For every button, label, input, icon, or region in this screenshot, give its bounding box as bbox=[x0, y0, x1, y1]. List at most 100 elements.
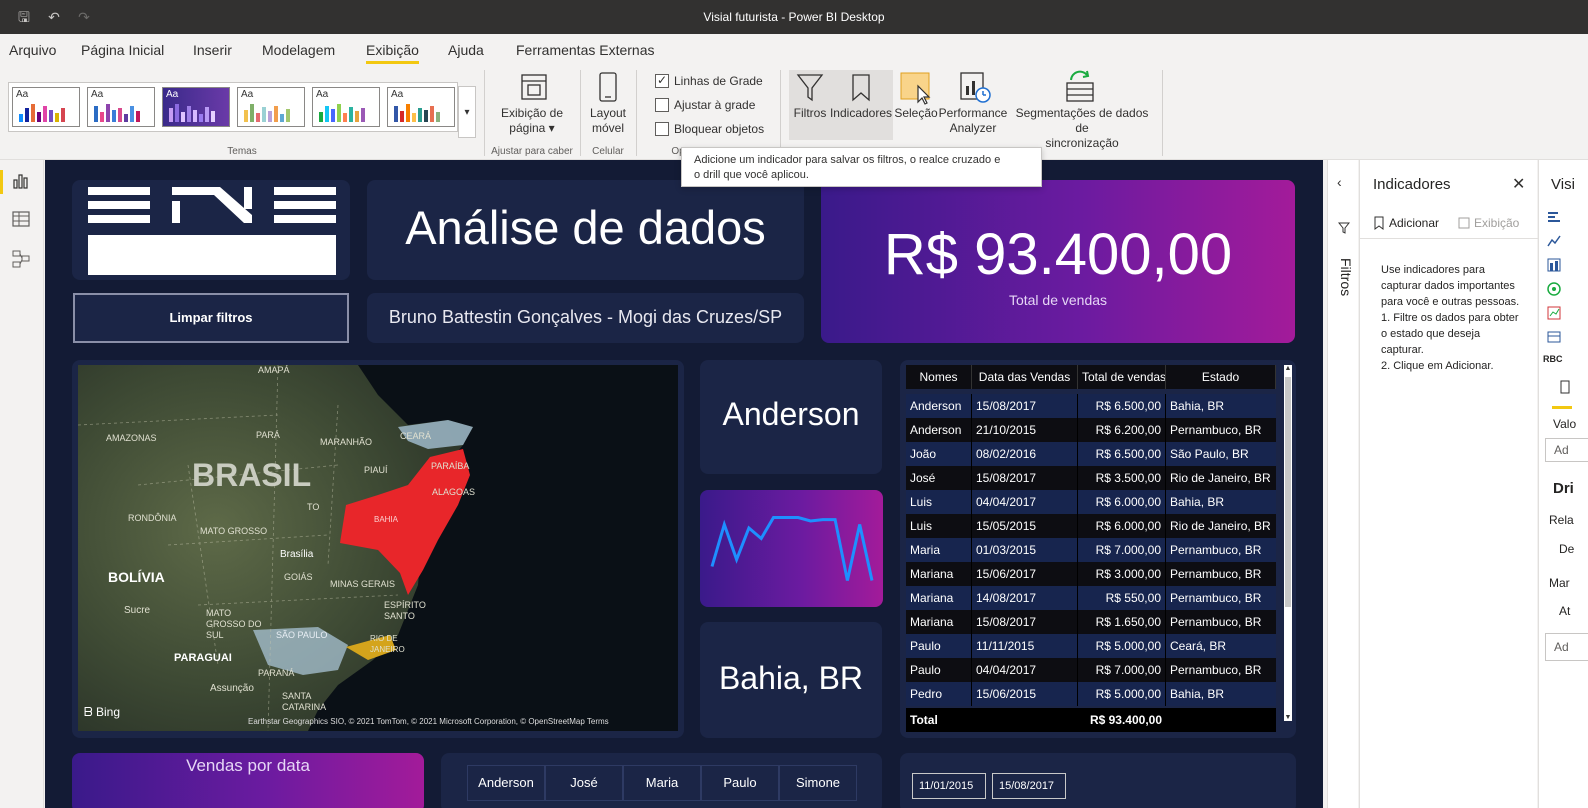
sync-slicers-button[interactable]: Segmentações de dados de sincronização bbox=[1008, 106, 1156, 151]
mobile-layout-button[interactable]: Layout móvel bbox=[584, 106, 632, 136]
table-row[interactable]: Anderson 15/08/2017 R$ 6.500,00 Bahia, BR bbox=[906, 394, 1276, 418]
bookmark-icon[interactable] bbox=[848, 72, 874, 104]
map-label: PIAUÍ bbox=[364, 465, 388, 475]
header-data[interactable]: Data das Vendas bbox=[972, 365, 1078, 389]
visualizations-pane: Visi RBC Valo Ad Dri Rela De Mar At Ad bbox=[1538, 160, 1588, 808]
add-drillthrough-field[interactable]: Ad bbox=[1545, 633, 1588, 661]
page-view-button[interactable]: Exibição de página ▾ bbox=[494, 106, 570, 136]
table-row[interactable]: Mariana 14/08/2017 R$ 550,00 Pernambuco, BR bbox=[906, 586, 1276, 610]
menu-ferramentas-externas[interactable]: Ferramentas Externas bbox=[516, 42, 655, 58]
scroll-down-icon[interactable]: ▼ bbox=[1284, 714, 1292, 721]
theme-6[interactable]: Aa bbox=[387, 87, 455, 127]
table-cell: Pernambuco, BR bbox=[1170, 543, 1262, 557]
table-row[interactable]: Paulo 11/11/2015 R$ 5.000,00 Ceará, BR bbox=[906, 634, 1276, 658]
clear-filters-button[interactable]: Limpar filtros bbox=[73, 293, 349, 343]
header-estado[interactable]: Estado bbox=[1166, 365, 1276, 389]
header-nomes[interactable]: Nomes bbox=[906, 365, 972, 389]
slicer-item[interactable]: Simone bbox=[779, 765, 857, 801]
table-cell: 04/04/2017 bbox=[972, 490, 1078, 514]
theme-3[interactable]: Aa bbox=[162, 87, 230, 127]
date-from-input[interactable]: 11/01/2015 bbox=[912, 773, 986, 799]
table-cell: 21/10/2015 bbox=[972, 418, 1078, 442]
filters-pane-button[interactable]: Filtros bbox=[789, 106, 831, 121]
performance-analyzer-icon[interactable] bbox=[958, 72, 992, 104]
model-view-icon[interactable] bbox=[12, 250, 30, 268]
menu-ajuda[interactable]: Ajuda bbox=[448, 42, 484, 58]
slicer-item[interactable]: José bbox=[545, 765, 623, 801]
table-cell: Pernambuco, BR bbox=[1170, 567, 1262, 581]
line-chart-icon[interactable] bbox=[1547, 234, 1561, 248]
format-icon[interactable] bbox=[1559, 380, 1571, 394]
table-cell: R$ 6.500,00 bbox=[1078, 394, 1166, 418]
expand-chevron-icon[interactable]: ‹ bbox=[1337, 174, 1342, 190]
table-row[interactable]: José 15/08/2017 R$ 3.500,00 Rio de Janeiro,… bbox=[906, 466, 1276, 490]
theme-4[interactable]: Aa bbox=[237, 87, 305, 127]
ribbon-chart-icon[interactable] bbox=[1547, 258, 1561, 272]
theme-1[interactable]: Aa bbox=[12, 87, 80, 127]
slicer-item[interactable]: Anderson bbox=[467, 765, 545, 801]
close-icon[interactable]: ✕ bbox=[1512, 174, 1525, 194]
slicer-item[interactable]: Paulo bbox=[701, 765, 779, 801]
performance-analyzer-button[interactable]: Performance Analyzer bbox=[936, 106, 1010, 136]
mobile-layout-icon[interactable] bbox=[597, 72, 619, 102]
table-row[interactable]: Mariana 15/08/2017 R$ 1.650,00 Pernambuco, … bbox=[906, 610, 1276, 634]
filter-icon[interactable] bbox=[795, 72, 825, 104]
map-label: SÃO PAULO bbox=[276, 630, 328, 640]
values-label: Valo bbox=[1553, 417, 1577, 431]
page-view-icon[interactable] bbox=[519, 72, 549, 102]
table-row[interactable]: Maria 01/03/2015 R$ 7.000,00 Pernambuco, BR bbox=[906, 538, 1276, 562]
sync-slicers-icon[interactable] bbox=[1063, 70, 1099, 104]
menu-pagina-inicial[interactable]: Página Inicial bbox=[81, 42, 164, 58]
gridlines-checkbox[interactable] bbox=[655, 73, 669, 88]
theme-gallery-expand-button[interactable]: ▾ bbox=[458, 86, 476, 138]
scroll-up-icon[interactable]: ▲ bbox=[1284, 365, 1292, 372]
slicer-icon[interactable] bbox=[1547, 330, 1561, 344]
lock-objects-checkbox[interactable] bbox=[655, 122, 669, 136]
filters-tab-label[interactable]: Filtros bbox=[1338, 258, 1354, 298]
slicer-item[interactable]: Maria bbox=[623, 765, 701, 801]
table-cell: Maria bbox=[906, 538, 972, 562]
map-visual[interactable]: AMAPÁ AMAZONAS PARÁ MARANHÃO CEARÁ BRASI… bbox=[78, 365, 678, 731]
menu-inserir[interactable]: Inserir bbox=[193, 42, 232, 58]
scrollbar-thumb[interactable] bbox=[1285, 377, 1291, 607]
menu-modelagem[interactable]: Modelagem bbox=[262, 42, 335, 58]
table-scrollbar[interactable]: ▲ ▼ bbox=[1284, 365, 1292, 721]
table-row[interactable]: Luis 04/04/2017 R$ 6.000,00 Bahia, BR bbox=[906, 490, 1276, 514]
table-row[interactable]: Pedro 15/06/2015 R$ 5.000,00 Bahia, BR bbox=[906, 682, 1276, 706]
kpi-icon[interactable] bbox=[1547, 306, 1561, 320]
drillthrough-report-label: Rela bbox=[1549, 513, 1574, 527]
map-terms-link[interactable]: Terms bbox=[587, 717, 609, 726]
sales-table[interactable]: Nomes Data das Vendas Total de vendas Es… bbox=[906, 365, 1280, 733]
r-visual-icon[interactable]: RBC bbox=[1543, 354, 1563, 364]
selected-state: Bahia, BR bbox=[718, 660, 864, 696]
keep-filters-toggle-label: At bbox=[1559, 604, 1571, 618]
map-icon[interactable] bbox=[1547, 282, 1561, 296]
theme-5[interactable]: Aa bbox=[312, 87, 380, 127]
stacked-bar-icon[interactable] bbox=[1547, 210, 1561, 224]
data-view-icon[interactable] bbox=[12, 210, 30, 228]
report-view-icon[interactable] bbox=[12, 172, 30, 190]
bookmarks-pane-button[interactable]: Indicadores bbox=[829, 106, 893, 121]
snap-to-grid-checkbox[interactable] bbox=[655, 98, 669, 112]
snap-to-grid-label: Ajustar à grade bbox=[674, 98, 756, 112]
table-row[interactable]: Mariana 15/06/2017 R$ 3.000,00 Pernambuco, … bbox=[906, 562, 1276, 586]
table-row[interactable]: Paulo 04/04/2017 R$ 7.000,00 Pernambuco, BR bbox=[906, 658, 1276, 682]
add-values-field[interactable]: Ad bbox=[1545, 438, 1588, 462]
selection-icon[interactable] bbox=[900, 72, 932, 106]
header-total[interactable]: Total de vendas bbox=[1078, 365, 1166, 389]
table-row[interactable]: Luis 15/05/2015 R$ 6.000,00 Rio de Janeiro,… bbox=[906, 514, 1276, 538]
add-bookmark-button[interactable]: Adicionar bbox=[1373, 216, 1439, 230]
date-to-input[interactable]: 15/08/2017 bbox=[992, 773, 1066, 799]
table-cell: 04/04/2017 bbox=[972, 658, 1078, 682]
bookmarks-pane: Indicadores ✕ Adicionar Exibição Use ind… bbox=[1359, 160, 1538, 808]
table-row[interactable]: João 08/02/2016 R$ 6.500,00 São Paulo, BR bbox=[906, 442, 1276, 466]
table-row[interactable]: Anderson 21/10/2015 R$ 6.200,00 Pernambuco,… bbox=[906, 418, 1276, 442]
selection-pane-button[interactable]: Seleção bbox=[894, 106, 938, 121]
table-cell: 01/03/2015 bbox=[972, 538, 1078, 562]
name-slicer-card: Anderson José Maria Paulo Simone bbox=[441, 753, 882, 808]
sparkline-card[interactable] bbox=[700, 490, 883, 607]
menu-arquivo[interactable]: Arquivo bbox=[9, 42, 56, 58]
menu-exibicao[interactable]: Exibição bbox=[366, 42, 419, 64]
theme-2[interactable]: Aa bbox=[87, 87, 155, 127]
filters-pane-collapsed[interactable]: ‹ Filtros bbox=[1327, 160, 1358, 808]
